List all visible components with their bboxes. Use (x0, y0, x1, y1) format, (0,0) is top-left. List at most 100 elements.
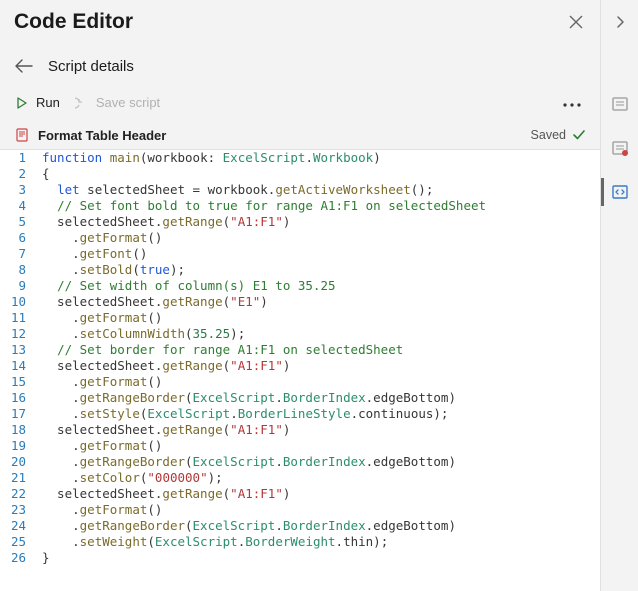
code-line[interactable]: 19 .getFormat() (0, 438, 600, 454)
code-content[interactable]: selectedSheet.getRange("E1") (36, 294, 268, 310)
line-number: 1 (0, 150, 36, 166)
code-line[interactable]: 14 selectedSheet.getRange("A1:F1") (0, 358, 600, 374)
code-content[interactable]: .getFormat() (36, 310, 162, 326)
more-options-button[interactable] (562, 92, 586, 113)
code-content[interactable]: function main(workbook: ExcelScript.Work… (36, 150, 381, 166)
line-number: 16 (0, 390, 36, 406)
code-content[interactable]: } (36, 550, 50, 566)
code-line[interactable]: 6 .getFormat() (0, 230, 600, 246)
code-content[interactable]: selectedSheet.getRange("A1:F1") (36, 486, 290, 502)
code-line[interactable]: 15 .getFormat() (0, 374, 600, 390)
code-content[interactable]: .getRangeBorder(ExcelScript.BorderIndex.… (36, 454, 456, 470)
code-line[interactable]: 9 // Set width of column(s) E1 to 35.25 (0, 278, 600, 294)
code-line[interactable]: 3 let selectedSheet = workbook.getActive… (0, 182, 600, 198)
code-line[interactable]: 8 .setBold(true); (0, 262, 600, 278)
panel-title: Code Editor (14, 10, 566, 34)
code-line[interactable]: 21 .setColor("000000"); (0, 470, 600, 486)
line-number: 5 (0, 214, 36, 230)
code-content[interactable]: .getFormat() (36, 374, 162, 390)
code-editor[interactable]: 1function main(workbook: ExcelScript.Wor… (0, 149, 600, 591)
code-line[interactable]: 5 selectedSheet.getRange("A1:F1") (0, 214, 600, 230)
code-line[interactable]: 17 .setStyle(ExcelScript.BorderLineStyle… (0, 406, 600, 422)
code-line[interactable]: 16 .getRangeBorder(ExcelScript.BorderInd… (0, 390, 600, 406)
code-content[interactable]: let selectedSheet = workbook.getActiveWo… (36, 182, 433, 198)
code-line[interactable]: 1function main(workbook: ExcelScript.Wor… (0, 150, 600, 166)
back-arrow-icon[interactable] (14, 56, 34, 76)
code-line[interactable]: 7 .getFont() (0, 246, 600, 262)
line-number: 9 (0, 278, 36, 294)
code-content[interactable]: .getRangeBorder(ExcelScript.BorderIndex.… (36, 390, 456, 406)
line-number: 6 (0, 230, 36, 246)
code-line[interactable]: 2{ (0, 166, 600, 182)
line-number: 22 (0, 486, 36, 502)
code-content[interactable]: // Set border for range A1:F1 on selecte… (36, 342, 403, 358)
line-number: 13 (0, 342, 36, 358)
line-number: 8 (0, 262, 36, 278)
saved-status: Saved (531, 128, 586, 142)
code-content[interactable]: .setStyle(ExcelScript.BorderLineStyle.co… (36, 406, 448, 422)
script-file-icon (14, 127, 30, 143)
code-content[interactable]: .getFormat() (36, 230, 162, 246)
check-icon (572, 128, 586, 142)
side-toolbar (600, 0, 638, 591)
code-line[interactable]: 26} (0, 550, 600, 566)
breadcrumb-title: Script details (48, 58, 134, 75)
code-content[interactable]: .getFont() (36, 246, 147, 262)
code-content[interactable]: .setColumnWidth(35.25); (36, 326, 245, 342)
code-line[interactable]: 23 .getFormat() (0, 502, 600, 518)
script-name: Format Table Header (38, 128, 523, 143)
run-button[interactable]: Run (14, 95, 60, 111)
close-icon[interactable] (566, 12, 586, 32)
line-number: 4 (0, 198, 36, 214)
line-number: 11 (0, 310, 36, 326)
line-number: 18 (0, 422, 36, 438)
code-content[interactable]: .setBold(true); (36, 262, 185, 278)
line-number: 2 (0, 166, 36, 182)
line-number: 3 (0, 182, 36, 198)
side-button-history[interactable] (606, 90, 634, 118)
code-line[interactable]: 13 // Set border for range A1:F1 on sele… (0, 342, 600, 358)
code-line[interactable]: 10 selectedSheet.getRange("E1") (0, 294, 600, 310)
code-content[interactable]: selectedSheet.getRange("A1:F1") (36, 214, 290, 230)
save-icon (74, 95, 90, 111)
code-content[interactable]: // Set font bold to true for range A1:F1… (36, 198, 486, 214)
line-number: 25 (0, 534, 36, 550)
code-line[interactable]: 4 // Set font bold to true for range A1:… (0, 198, 600, 214)
play-icon (14, 95, 30, 111)
code-line[interactable]: 25 .setWeight(ExcelScript.BorderWeight.t… (0, 534, 600, 550)
save-script-button: Save script (74, 95, 160, 111)
line-number: 17 (0, 406, 36, 422)
side-button-record[interactable] (606, 134, 634, 162)
code-content[interactable]: .setWeight(ExcelScript.BorderWeight.thin… (36, 534, 388, 550)
line-number: 7 (0, 246, 36, 262)
code-line[interactable]: 11 .getFormat() (0, 310, 600, 326)
code-content[interactable]: selectedSheet.getRange("A1:F1") (36, 358, 290, 374)
code-line[interactable]: 18 selectedSheet.getRange("A1:F1") (0, 422, 600, 438)
code-content[interactable]: // Set width of column(s) E1 to 35.25 (36, 278, 336, 294)
code-content[interactable]: .getFormat() (36, 502, 162, 518)
code-content[interactable]: .getRangeBorder(ExcelScript.BorderIndex.… (36, 518, 456, 534)
code-content[interactable]: selectedSheet.getRange("A1:F1") (36, 422, 290, 438)
line-number: 14 (0, 358, 36, 374)
toolbar: Run Save script (0, 88, 600, 123)
line-number: 24 (0, 518, 36, 534)
expand-panel-button[interactable] (606, 8, 634, 36)
code-line[interactable]: 22 selectedSheet.getRange("A1:F1") (0, 486, 600, 502)
code-content[interactable]: { (36, 166, 50, 182)
code-content[interactable]: .setColor("000000"); (36, 470, 223, 486)
main-panel: Code Editor Script details Run Save scri… (0, 0, 600, 591)
subheader-row: Script details (0, 50, 600, 88)
line-number: 26 (0, 550, 36, 566)
code-line[interactable]: 24 .getRangeBorder(ExcelScript.BorderInd… (0, 518, 600, 534)
code-content[interactable]: .getFormat() (36, 438, 162, 454)
code-line[interactable]: 12 .setColumnWidth(35.25); (0, 326, 600, 342)
line-number: 23 (0, 502, 36, 518)
line-number: 19 (0, 438, 36, 454)
script-info-row: Format Table Header Saved (0, 123, 600, 149)
code-line[interactable]: 20 .getRangeBorder(ExcelScript.BorderInd… (0, 454, 600, 470)
line-number: 21 (0, 470, 36, 486)
side-button-code-editor[interactable] (601, 178, 638, 206)
save-label: Save script (96, 95, 160, 110)
header-row: Code Editor (0, 0, 600, 50)
saved-label: Saved (531, 128, 566, 142)
